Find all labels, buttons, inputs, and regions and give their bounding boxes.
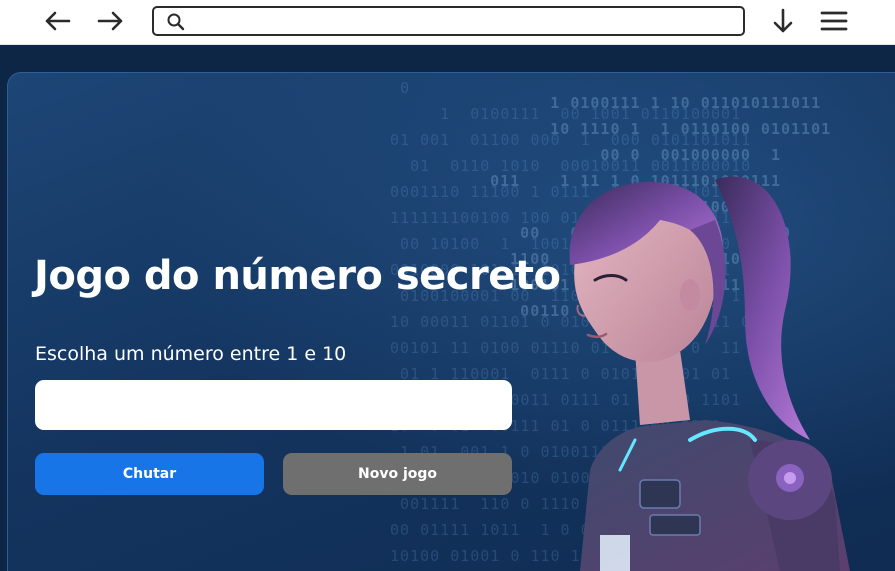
arrow-left-icon (45, 11, 71, 31)
guess-button[interactable]: Chutar (35, 453, 264, 495)
back-button[interactable] (40, 6, 74, 36)
menu-button[interactable] (817, 6, 851, 36)
page-background: 0 1 0100111 00 1001 0110100001 01 001 01… (0, 45, 895, 571)
guess-input[interactable] (35, 380, 512, 430)
hamburger-menu-icon (820, 11, 848, 31)
browser-toolbar (0, 0, 895, 45)
address-input[interactable] (194, 10, 734, 32)
download-button[interactable] (766, 6, 800, 36)
search-icon (167, 13, 185, 31)
page-title: Jogo do número secreto (34, 253, 561, 299)
address-bar[interactable] (152, 6, 745, 36)
arrow-down-icon (773, 8, 793, 33)
arrow-right-icon (97, 11, 123, 31)
new-game-button[interactable]: Novo jogo (283, 453, 512, 495)
instruction-text: Escolha um número entre 1 e 10 (35, 343, 347, 365)
forward-button[interactable] (94, 6, 128, 36)
astronaut-girl-illustration (569, 176, 850, 571)
